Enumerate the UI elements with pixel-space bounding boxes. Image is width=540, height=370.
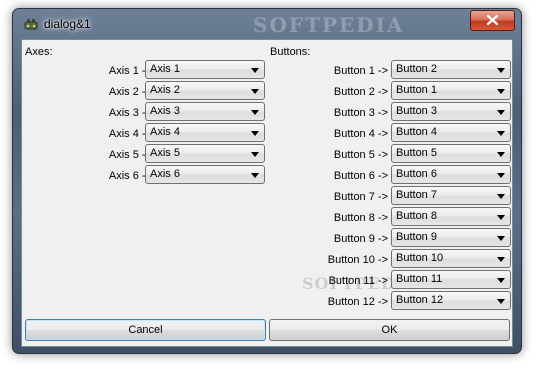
button-2-label: Button 2 ->	[333, 86, 388, 98]
chevron-down-icon	[497, 299, 505, 304]
button-11-value: Button 11	[396, 273, 443, 285]
button-2-select[interactable]: Button 1	[391, 81, 511, 100]
button-8-value: Button 8	[396, 210, 437, 222]
button-6-label: Button 6 ->	[333, 170, 388, 182]
chevron-down-icon	[251, 89, 259, 94]
button-11-select[interactable]: Button 11	[391, 270, 511, 289]
button-3-value: Button 3	[396, 105, 437, 117]
button-10-value: Button 10	[396, 252, 444, 264]
axis-4-select[interactable]: Axis 4	[145, 123, 265, 142]
chevron-down-icon	[497, 215, 505, 220]
button-10-select[interactable]: Button 10	[391, 249, 511, 268]
axis-5-select[interactable]: Axis 5	[145, 144, 265, 163]
button-9-select[interactable]: Button 9	[391, 228, 511, 247]
chevron-down-icon	[251, 152, 259, 157]
button-2-value: Button 1	[396, 84, 437, 96]
window-title: dialog&1	[44, 17, 91, 31]
chevron-down-icon	[251, 68, 259, 73]
button-5-select[interactable]: Button 5	[391, 144, 511, 163]
button-9-value: Button 9	[396, 231, 437, 243]
chevron-down-icon	[497, 278, 505, 283]
button-6-select[interactable]: Button 6	[391, 165, 511, 184]
button-7-label: Button 7 ->	[333, 191, 388, 203]
button-8-select[interactable]: Button 8	[391, 207, 511, 226]
close-button[interactable]	[470, 10, 515, 31]
chevron-down-icon	[497, 194, 505, 199]
axes-section-label: Axes:	[25, 46, 53, 58]
button-1-label: Button 1 ->	[333, 65, 388, 77]
button-12-value: Button 12	[396, 294, 444, 306]
chevron-down-icon	[497, 131, 505, 136]
chevron-down-icon	[497, 68, 505, 73]
button-7-select[interactable]: Button 7	[391, 186, 511, 205]
chevron-down-icon	[251, 110, 259, 115]
button-12-label: Button 12 ->	[327, 296, 388, 308]
chevron-down-icon	[497, 89, 505, 94]
dialog-client-area: Axes: Axis 1 -> Axis 1 Axis 2 -> Axis 2 …	[21, 39, 513, 347]
button-8-label: Button 8 ->	[333, 212, 388, 224]
button-4-value: Button 4	[396, 126, 437, 138]
chevron-down-icon	[497, 110, 505, 115]
chevron-down-icon	[497, 257, 505, 262]
close-icon	[486, 12, 499, 30]
buttons-section-label: Buttons:	[270, 46, 311, 58]
ok-button[interactable]: OK	[269, 319, 510, 341]
watermark: SOFTPEDIA	[253, 13, 405, 37]
button-9-label: Button 9 ->	[333, 233, 388, 245]
dialog-window: dialog&1 SOFTPEDIA Axes: Axis 1 -> Axis …	[12, 8, 522, 354]
axis-4-value: Axis 4	[150, 126, 180, 138]
axis-6-select[interactable]: Axis 6	[145, 165, 265, 184]
button-3-label: Button 3 ->	[333, 107, 388, 119]
button-11-label: Button 11 ->	[328, 275, 388, 287]
chevron-down-icon	[497, 173, 505, 178]
axis-2-value: Axis 2	[150, 84, 180, 96]
title-bar[interactable]: dialog&1 SOFTPEDIA	[13, 9, 521, 39]
axis-1-select[interactable]: Axis 1	[145, 60, 265, 79]
axis-5-value: Axis 5	[150, 147, 180, 159]
axis-3-select[interactable]: Axis 3	[145, 102, 265, 121]
button-6-value: Button 6	[396, 168, 437, 180]
button-12-select[interactable]: Button 12	[391, 291, 511, 310]
chevron-down-icon	[497, 152, 505, 157]
axis-6-value: Axis 6	[150, 168, 180, 180]
button-10-label: Button 10 ->	[327, 254, 388, 266]
joystick-icon	[23, 17, 39, 31]
chevron-down-icon	[251, 173, 259, 178]
button-4-select[interactable]: Button 4	[391, 123, 511, 142]
cancel-button[interactable]: Cancel	[25, 319, 266, 341]
button-7-value: Button 7	[396, 189, 437, 201]
axis-1-value: Axis 1	[150, 63, 180, 75]
axis-3-value: Axis 3	[150, 105, 180, 117]
button-4-label: Button 4 ->	[333, 128, 388, 140]
chevron-down-icon	[251, 131, 259, 136]
button-5-value: Button 5	[396, 147, 437, 159]
button-1-value: Button 2	[396, 63, 437, 75]
button-3-select[interactable]: Button 3	[391, 102, 511, 121]
chevron-down-icon	[497, 236, 505, 241]
button-5-label: Button 5 ->	[333, 149, 388, 161]
button-1-select[interactable]: Button 2	[391, 60, 511, 79]
axis-2-select[interactable]: Axis 2	[145, 81, 265, 100]
